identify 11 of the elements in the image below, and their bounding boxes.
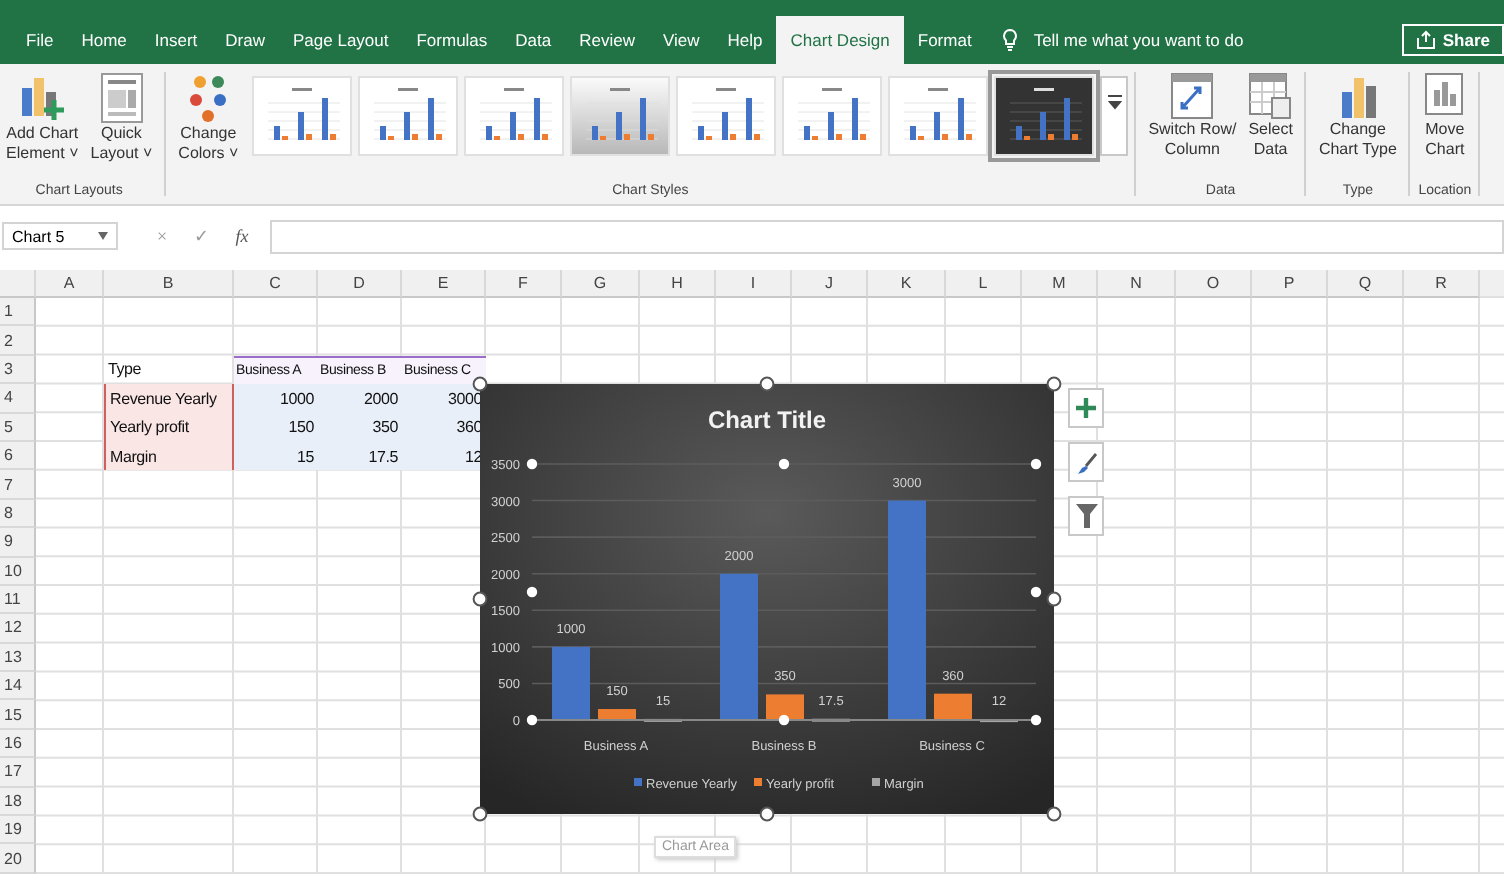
table-cell: 2000 — [318, 384, 402, 414]
table-cell: Revenue Yearly — [104, 384, 234, 414]
table-cell: Margin — [104, 441, 234, 471]
table-cell: 350 — [318, 413, 402, 442]
table-cell-text: Type — [106, 358, 144, 383]
table-cell: 15 — [234, 441, 318, 471]
table-cell: 17.5 — [318, 441, 402, 471]
chart-title: Chart Title — [707, 406, 827, 434]
table-cell: 1000 — [234, 384, 318, 414]
table-cell: Yearly profit — [104, 413, 234, 442]
table-cell: 150 — [234, 413, 318, 442]
